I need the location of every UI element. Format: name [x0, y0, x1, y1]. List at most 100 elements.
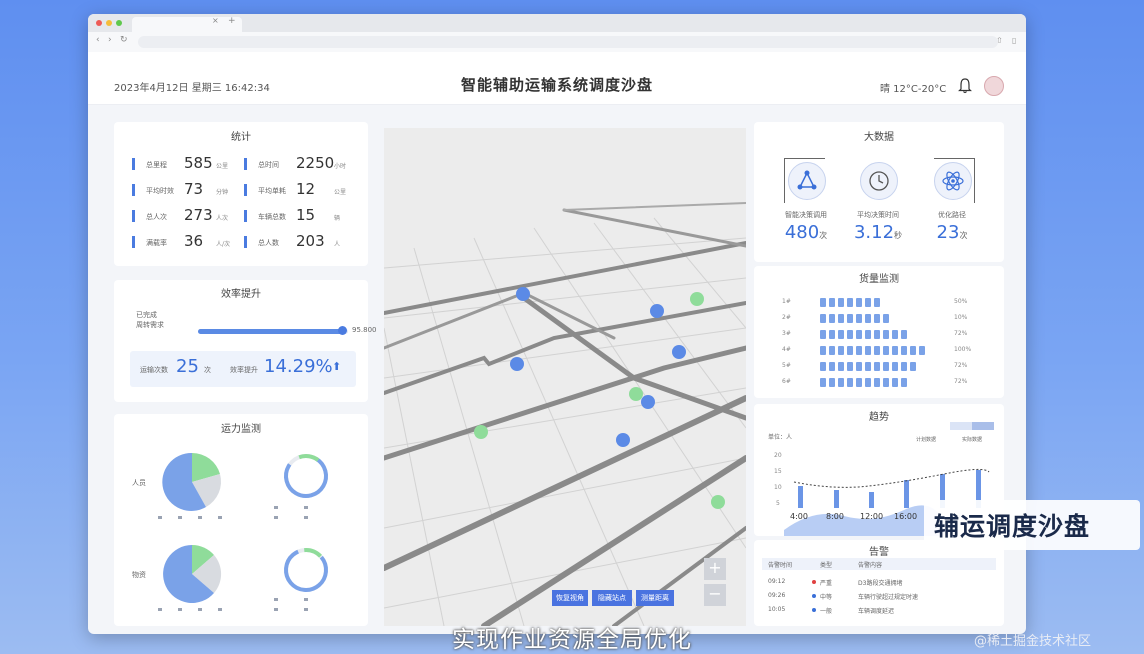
browser-tab[interactable]: [132, 17, 242, 32]
warehouse-block: [838, 346, 844, 355]
warehouse-row-label: 1#: [782, 298, 791, 305]
warehouse-block: [874, 362, 880, 371]
map-marker-blue[interactable]: [650, 304, 664, 318]
map-view[interactable]: [384, 128, 746, 626]
stat-marker: [244, 210, 247, 222]
address-input[interactable]: [138, 36, 998, 48]
warehouse-row: 6# 72%: [782, 378, 982, 388]
stat-unit: 分钟: [216, 189, 229, 196]
xtick: 4:00: [790, 512, 808, 521]
forward-icon[interactable]: ›: [108, 35, 112, 45]
clock-icon: [860, 162, 898, 200]
weather-text: 晴 12°C-20°C: [880, 84, 947, 95]
completion-slider[interactable]: [198, 326, 348, 335]
map-marker-blue[interactable]: [616, 433, 630, 447]
warehouse-row: 5# 72%: [782, 362, 982, 372]
avatar[interactable]: [984, 76, 1004, 96]
stat-marker: [244, 184, 247, 196]
warehouse-title: 货量监测: [859, 274, 899, 285]
alert-row[interactable]: 09:12 严重 D3路段交通拥堵: [762, 576, 996, 588]
alert-row[interactable]: 10:05 一般 车辆调度延迟: [762, 604, 996, 616]
stat-marker: [244, 236, 247, 248]
warehouse-block: [919, 346, 925, 355]
warehouse-block: [874, 314, 880, 323]
stat-label: 平均单耗: [258, 187, 286, 195]
warehouse-block: [856, 330, 862, 339]
slider-knob[interactable]: [338, 326, 347, 335]
improve-label: 效率提升: [230, 366, 258, 374]
improve-value: 14.29%: [264, 356, 333, 377]
map-marker-blue[interactable]: [510, 357, 524, 371]
stat-marker: [132, 158, 135, 170]
maximize-window-button[interactable]: [116, 20, 122, 26]
back-icon[interactable]: ‹: [96, 35, 100, 45]
capacity-charts: [158, 452, 328, 611]
warehouse-block: [901, 346, 907, 355]
map-marker-green[interactable]: [474, 425, 488, 439]
map-marker-green[interactable]: [629, 387, 643, 401]
stat-value: 585: [184, 154, 213, 172]
new-tab-icon[interactable]: +: [228, 16, 236, 26]
warehouse-block: [856, 298, 862, 307]
measure-distance-button[interactable]: 测量距离: [636, 590, 674, 606]
ring-chart-1: [284, 454, 328, 498]
warehouse-row-label: 3#: [782, 330, 791, 337]
map-marker-blue[interactable]: [516, 287, 530, 301]
minimize-window-button[interactable]: [106, 20, 112, 26]
tab-bar: × +: [88, 14, 1026, 32]
close-window-button[interactable]: [96, 20, 102, 26]
warehouse-block: [856, 362, 862, 371]
hide-stations-button[interactable]: 隐藏站点: [592, 590, 632, 606]
browser-window: × + ‹ › ↻ ⇧ ▯ 2023年4月12日 星期三 16:42:34 智能…: [88, 14, 1026, 634]
warehouse-block: [865, 314, 871, 323]
warehouse-block: [829, 378, 835, 387]
stat-value: 203: [296, 232, 325, 250]
warehouse-block: [847, 362, 853, 371]
stats-card: 统计 总里程 585 公里 总时间 2250 小时 平均时效 73 分钟 平均单耗 12 公里 总人次 2…: [114, 122, 368, 266]
map-marker-green[interactable]: [711, 495, 725, 509]
trend-line: [793, 468, 990, 488]
map-marker-blue[interactable]: [641, 395, 655, 409]
warehouse-block: [838, 330, 844, 339]
zoom-in-button[interactable]: +: [704, 558, 726, 580]
reset-view-button[interactable]: 恢复视角: [552, 590, 588, 606]
stat-unit: 辆: [334, 215, 341, 222]
map-marker-blue[interactable]: [672, 345, 686, 359]
xtick: 16:00: [894, 512, 918, 521]
warehouse-row-pct: 72%: [954, 378, 968, 385]
warehouse-row-pct: 72%: [954, 330, 968, 337]
warehouse-row: 4# 100%: [782, 346, 982, 356]
bigdata-value-3: 23次: [936, 222, 968, 243]
warehouse-block: [883, 314, 889, 323]
stat-value: 273: [184, 206, 213, 224]
warehouse-card: 货量监测 1# 50% 2# 10% 3# 72% 4# 100% 5# 72% 6# 72%: [754, 266, 1004, 398]
map-marker-green[interactable]: [690, 292, 704, 306]
sidebar-icon[interactable]: ▯: [1012, 36, 1016, 45]
efficiency-summary: 运输次数 25 次 效率提升 14.29% ⬆: [130, 351, 356, 387]
warehouse-row: 1# 50%: [782, 298, 982, 308]
warehouse-block: [847, 378, 853, 387]
map-canvas[interactable]: [384, 128, 746, 626]
warehouse-block: [838, 362, 844, 371]
stat-label: 满载率: [146, 239, 167, 247]
warehouse-block: [820, 378, 826, 387]
warehouse-block: [829, 362, 835, 371]
stat-item: 总人数 203 人: [244, 232, 354, 252]
bigdata-label-2: 平均决策时间: [857, 211, 899, 219]
warehouse-block: [874, 346, 880, 355]
stat-marker: [132, 210, 135, 222]
bigdata-value-1: 480次: [784, 222, 828, 243]
zoom-out-button[interactable]: −: [704, 584, 726, 606]
dashboard-header: 2023年4月12日 星期三 16:42:34 智能辅助运输系统调度沙盘 晴 1…: [88, 52, 1026, 105]
warehouse-row-pct: 72%: [954, 362, 968, 369]
close-tab-icon[interactable]: ×: [212, 16, 219, 25]
reload-icon[interactable]: ↻: [120, 35, 128, 45]
stat-item: 满载率 36 人/次: [132, 232, 242, 252]
stat-marker: [244, 158, 247, 170]
slider-end-value: 95.800: [352, 326, 377, 334]
alert-row[interactable]: 09:26 中等 车辆行驶超过规定时速: [762, 590, 996, 602]
share-icon[interactable]: ⇧: [996, 36, 1003, 45]
stat-unit: 人: [334, 241, 341, 248]
warehouse-block: [892, 378, 898, 387]
bell-icon[interactable]: [958, 78, 972, 94]
